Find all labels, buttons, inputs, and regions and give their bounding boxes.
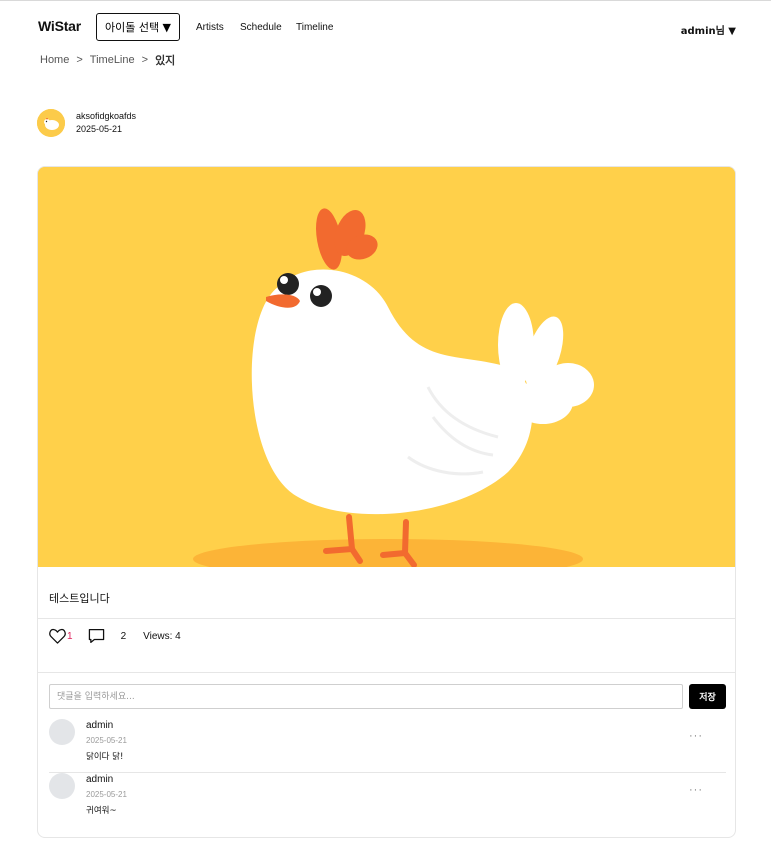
post-actions: 1 2 Views: 4 — [49, 628, 181, 644]
post-date: 2025-05-21 — [76, 124, 123, 134]
breadcrumb-current: 있지 — [155, 54, 176, 67]
comment-author[interactable]: admin — [86, 774, 113, 785]
divider — [38, 672, 735, 673]
comment-more-button[interactable]: ··· — [689, 784, 703, 796]
save-comment-button[interactable]: 저장 — [689, 684, 726, 709]
nav-timeline[interactable]: Timeline — [296, 22, 333, 33]
views-count: Views: 4 — [143, 630, 181, 642]
comment-input[interactable] — [49, 684, 683, 709]
chicken-illustration-icon — [38, 167, 735, 579]
breadcrumb-home[interactable]: Home — [40, 54, 69, 66]
comment-text: 닭이다 닭! — [86, 752, 124, 762]
nav-schedule[interactable]: Schedule — [240, 22, 282, 33]
chicken-avatar-icon — [37, 109, 65, 137]
author-meta: aksofidgkoafds 2025-05-21 — [76, 110, 136, 136]
like-count: 1 — [67, 630, 73, 642]
heart-icon — [49, 628, 66, 644]
comment-more-button[interactable]: ··· — [689, 730, 703, 742]
comment-text: 귀여워~ — [86, 806, 117, 816]
like-button[interactable]: 1 — [49, 628, 73, 644]
post-author: aksofidgkoafds 2025-05-21 — [37, 109, 136, 137]
comment-avatar — [49, 773, 75, 799]
comment-button[interactable] — [88, 628, 105, 644]
comment-date: 2025-05-21 — [86, 790, 127, 799]
divider — [38, 618, 735, 619]
comment-date: 2025-05-21 — [86, 736, 127, 745]
idol-select-dropdown[interactable]: 아이돌 선택 ▼ — [96, 13, 180, 41]
nav-artists[interactable]: Artists — [196, 22, 224, 33]
breadcrumb-separator: > — [76, 54, 83, 66]
logo[interactable]: WiStar — [38, 18, 81, 34]
breadcrumb-separator: > — [141, 54, 149, 66]
breadcrumb-timeline[interactable]: TimeLine — [90, 54, 135, 66]
author-name[interactable]: aksofidgkoafds — [76, 110, 136, 123]
post-card: 테스트입니다 1 2 Views: 4 저장 admin 2025-05-21 … — [37, 166, 736, 838]
comment-item: admin 2025-05-21 귀여워~ ··· — [49, 773, 726, 827]
user-menu[interactable]: admin님 ▼ — [681, 22, 736, 37]
speech-bubble-icon — [88, 628, 104, 644]
breadcrumb: Home > TimeLine > 있지 — [40, 52, 175, 68]
comment-item: admin 2025-05-21 닭이다 닭! ··· — [49, 719, 726, 773]
comment-author[interactable]: admin — [86, 720, 113, 731]
post-text: 테스트입니다 — [49, 592, 110, 605]
header: WiStar 아이돌 선택 ▼ Artists Schedule Timelin… — [0, 1, 771, 45]
comment-avatar — [49, 719, 75, 745]
author-avatar[interactable] — [37, 109, 65, 137]
comment-count: 2 — [120, 630, 127, 642]
post-image — [38, 167, 735, 579]
